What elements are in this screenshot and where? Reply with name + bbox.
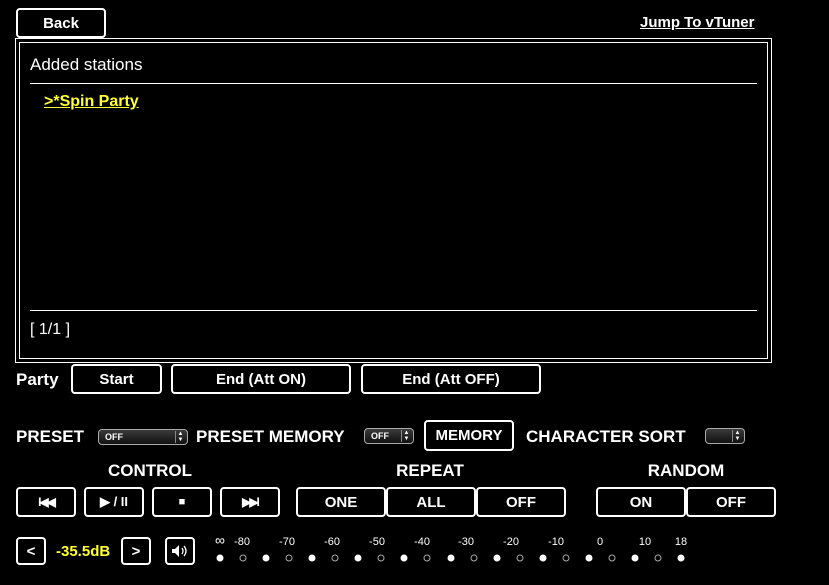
volume-scale-dot[interactable] <box>354 554 362 562</box>
panel-footer-divider <box>30 310 757 311</box>
jump-to-vtuner-link[interactable]: Jump To vTuner <box>640 14 754 31</box>
preset-memory-label: PRESET MEMORY <box>196 427 345 446</box>
volume-scale-dot[interactable] <box>216 554 224 562</box>
random-label: RANDOM <box>647 461 725 480</box>
preset-select-value: OFF <box>105 432 123 442</box>
party-start-button[interactable]: Start <box>71 364 162 394</box>
volume-scale-label: -20 <box>503 536 519 548</box>
party-end-att-on-button[interactable]: End (Att ON) <box>171 364 351 394</box>
volume-scale-dot[interactable] <box>677 554 685 562</box>
volume-scale-label: -10 <box>548 536 564 548</box>
preset-label: PRESET <box>16 427 85 446</box>
volume-scale-dot[interactable] <box>331 554 339 562</box>
select-arrows-icon: ▲ ▼ <box>175 431 185 443</box>
speaker-icon <box>172 545 187 557</box>
stop-icon: ■ <box>178 496 186 508</box>
volume-scale-label: 18 <box>674 536 688 548</box>
panel-title-divider <box>30 83 757 84</box>
preset-memory-select[interactable]: OFF ▲ ▼ <box>364 428 414 444</box>
play-pause-icon: ▶ / II <box>99 494 129 509</box>
back-button[interactable]: Back <box>16 8 106 38</box>
volume-scale-dot[interactable] <box>285 554 293 562</box>
party-end-att-off-button[interactable]: End (Att OFF) <box>361 364 541 394</box>
next-icon: ▶▶I <box>242 495 260 509</box>
volume-scale-label: -40 <box>414 536 430 548</box>
volume-scale-label: ∞ <box>215 532 225 548</box>
station-item[interactable]: >*Spin Party <box>44 93 139 111</box>
party-label: Party <box>16 370 59 389</box>
volume-down-button[interactable]: < <box>16 537 46 565</box>
volume-value: -35.5dB <box>56 543 111 560</box>
random-on-button[interactable]: ON <box>596 487 686 517</box>
volume-scale-dot[interactable] <box>585 554 593 562</box>
random-off-button[interactable]: OFF <box>686 487 776 517</box>
volume-scale-dot[interactable] <box>400 554 408 562</box>
volume-scale-label: -60 <box>324 536 340 548</box>
volume-scale-dot[interactable] <box>654 554 662 562</box>
repeat-one-button[interactable]: ONE <box>296 487 386 517</box>
next-track-button[interactable]: ▶▶I <box>220 487 280 517</box>
previous-track-button[interactable]: I◀◀ <box>16 487 76 517</box>
volume-scale-dot[interactable] <box>516 554 524 562</box>
play-pause-button[interactable]: ▶ / II <box>84 487 144 517</box>
volume-scale-dot[interactable] <box>470 554 478 562</box>
volume-scale-dot[interactable] <box>447 554 454 562</box>
select-arrows-icon: ▲ ▼ <box>401 430 411 442</box>
character-sort-label: CHARACTER SORT <box>526 427 686 446</box>
volume-scale-label: -70 <box>279 536 295 548</box>
station-list: >*Spin Party <box>44 93 139 111</box>
preset-memory-select-value: OFF <box>371 431 389 441</box>
volume-scale-dot[interactable] <box>493 554 501 562</box>
memory-button[interactable]: MEMORY <box>424 420 514 451</box>
preset-select[interactable]: OFF ▲ ▼ <box>98 429 188 445</box>
stop-button[interactable]: ■ <box>152 487 212 517</box>
previous-icon: I◀◀ <box>38 495 56 509</box>
character-sort-select[interactable]: ▲ ▼ <box>705 428 745 444</box>
volume-scale-dot[interactable] <box>308 554 316 562</box>
volume-scale-dot[interactable] <box>262 554 270 562</box>
station-panel-inner: Added stations >*Spin Party [ 1/1 ] <box>19 42 768 359</box>
control-label: CONTROL <box>107 461 193 480</box>
panel-title: Added stations <box>30 55 143 74</box>
volume-scale-dot[interactable] <box>423 554 431 562</box>
select-arrows-icon: ▲ ▼ <box>732 430 742 442</box>
mute-button[interactable] <box>165 537 195 565</box>
volume-scale-dot[interactable] <box>562 554 570 562</box>
repeat-all-button[interactable]: ALL <box>386 487 476 517</box>
volume-scale-label: 10 <box>638 536 652 548</box>
repeat-label: REPEAT <box>396 461 464 480</box>
volume-scale-label: -50 <box>369 536 385 548</box>
page-indicator: [ 1/1 ] <box>30 321 71 338</box>
repeat-off-button[interactable]: OFF <box>476 487 566 517</box>
volume-up-button[interactable]: > <box>121 537 151 565</box>
volume-scale-dot[interactable] <box>539 554 547 562</box>
volume-scale-dot[interactable] <box>239 554 247 562</box>
volume-scale-label: -30 <box>458 536 474 548</box>
station-panel: Added stations >*Spin Party [ 1/1 ] <box>15 38 772 363</box>
volume-scale-dot[interactable] <box>631 554 639 562</box>
volume-scale-label: 0 <box>596 536 604 548</box>
volume-scale-dot[interactable] <box>377 554 385 562</box>
volume-scale-dot[interactable] <box>608 554 616 562</box>
volume-scale-label: -80 <box>234 536 250 548</box>
